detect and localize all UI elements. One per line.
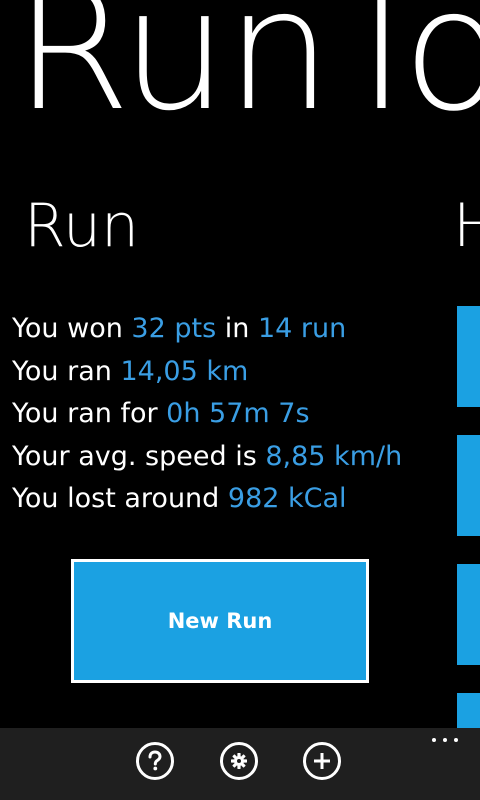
more-dots-icon[interactable] (430, 734, 460, 746)
stat-label: You won (12, 313, 132, 344)
help-button[interactable] (136, 742, 174, 780)
stat-distance: You ran 14,05 km (12, 351, 452, 394)
section-header-next-peek[interactable]: H (453, 196, 480, 256)
dot (432, 738, 436, 742)
gear-icon (231, 753, 247, 769)
stat-calories: You lost around 982 kCal (12, 478, 452, 521)
stat-duration-value: 0h 57m 7s (166, 398, 310, 429)
add-button[interactable] (303, 742, 341, 780)
panorama[interactable]: RunTo Run H You won 32 pts in 14 run You… (0, 0, 480, 728)
dot (443, 738, 447, 742)
app-title: RunTo (14, 0, 480, 148)
dot (454, 738, 458, 742)
settings-button[interactable] (220, 742, 258, 780)
section-header-run[interactable]: Run (24, 196, 139, 256)
stat-distance-value: 14,05 km (120, 355, 249, 387)
stat-calories-value: 982 kCal (227, 483, 347, 514)
stat-label: Your avg. speed is (12, 440, 266, 472)
add-icon (314, 753, 330, 769)
next-panel-tile[interactable] (457, 564, 480, 665)
next-panel-tile[interactable] (457, 693, 480, 728)
stat-label: You ran for (12, 398, 167, 429)
stat-label: in (216, 313, 258, 344)
app-bar (0, 728, 480, 800)
stat-points-value: 32 pts (131, 313, 217, 344)
stat-label: You lost around (12, 483, 228, 514)
run-stats: You won 32 pts in 14 run You ran 14,05 k… (12, 308, 452, 521)
next-panel-tile[interactable] (457, 306, 480, 407)
stat-runs-value: 14 run (257, 313, 347, 344)
help-icon (148, 750, 162, 771)
new-run-button[interactable]: New Run (71, 559, 369, 683)
next-panel-tile[interactable] (457, 435, 480, 536)
stat-points: You won 32 pts in 14 run (12, 308, 452, 351)
stat-label: You ran (12, 355, 121, 387)
stat-duration: You ran for 0h 57m 7s (12, 393, 452, 436)
stat-speed-value: 8,85 km/h (265, 440, 403, 472)
stat-speed: Your avg. speed is 8,85 km/h (12, 436, 452, 479)
